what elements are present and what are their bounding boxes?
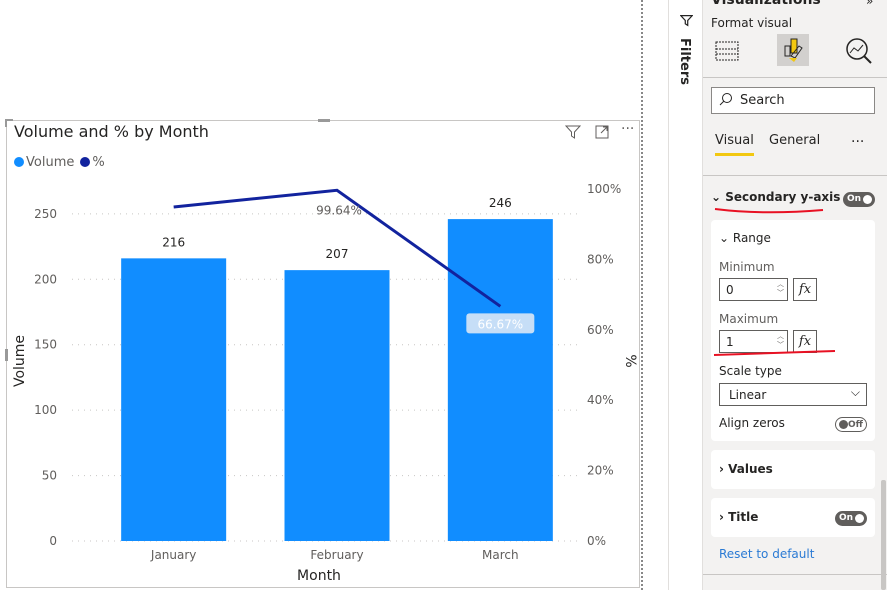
build-visual-icon[interactable] bbox=[715, 38, 739, 66]
red-annotation-underline bbox=[714, 208, 824, 214]
filter-icon bbox=[679, 14, 694, 31]
search-input[interactable]: Search bbox=[711, 87, 875, 114]
range-header[interactable]: ⌄ Range bbox=[719, 231, 771, 245]
align-zeros-toggle[interactable]: Off bbox=[835, 417, 867, 432]
red-annotation-underline bbox=[713, 350, 836, 356]
maximum-label: Maximum bbox=[719, 312, 779, 326]
y2-tick-label: 100% bbox=[587, 182, 621, 196]
chart-plot: 0 50 100 150 200 250 0% 20% 40% 60% 80% 100% January… bbox=[12, 182, 638, 584]
collapse-pane-icon[interactable]: » bbox=[866, 0, 873, 8]
format-visual-label: Format visual bbox=[711, 16, 793, 30]
y-tick-label: 200 bbox=[34, 272, 57, 286]
toggle-knob bbox=[855, 514, 864, 523]
y-tick-label: 50 bbox=[42, 469, 57, 483]
scale-type-label: Scale type bbox=[719, 364, 782, 378]
section-label: Secondary y-axis bbox=[725, 190, 841, 204]
y-tick-label: 0 bbox=[49, 534, 57, 548]
title-toggle[interactable]: On bbox=[835, 511, 867, 526]
bar-data-label: 216 bbox=[162, 235, 185, 249]
tab-general[interactable]: General bbox=[769, 133, 820, 148]
bar-march bbox=[447, 219, 553, 541]
toggle-text: Off bbox=[848, 420, 863, 430]
y2-tick-label: 40% bbox=[587, 393, 614, 407]
scale-type-value: Linear bbox=[729, 388, 767, 402]
section-secondary-y-axis[interactable]: ⌄ Secondary y-axis bbox=[711, 190, 840, 204]
divider bbox=[703, 175, 887, 176]
minimum-input[interactable]: 0 ︿ ﹀ bbox=[719, 278, 788, 301]
minimum-value: 0 bbox=[726, 283, 734, 297]
analytics-icon[interactable] bbox=[845, 37, 873, 69]
tab-visual[interactable]: Visual bbox=[715, 133, 754, 156]
range-card: ⌄ Range Minimum 0 ︿ ﹀ fx Maximum 1 ︿ ﹀ fx Sc… bbox=[711, 220, 875, 441]
y2-tick-label: 60% bbox=[587, 323, 614, 337]
chevron-down-icon: ⌵ bbox=[850, 385, 860, 399]
y-tick-label: 250 bbox=[34, 207, 57, 221]
toggle-text: On bbox=[847, 194, 862, 204]
y-tick-label: 150 bbox=[34, 338, 57, 352]
maximum-value: 1 bbox=[726, 335, 734, 349]
range-label: Range bbox=[732, 231, 771, 245]
visualizations-pane: Visualizations » Format visual Search Vi… bbox=[703, 0, 887, 590]
values-card[interactable]: › Values bbox=[711, 450, 875, 489]
toggle-text: On bbox=[839, 513, 854, 523]
format-visual-icon[interactable] bbox=[777, 34, 809, 66]
search-placeholder: Search bbox=[740, 93, 785, 108]
bar-data-label: 246 bbox=[489, 196, 512, 210]
toggle-knob bbox=[839, 420, 848, 429]
y2-tick-label: 0% bbox=[587, 534, 606, 548]
page-boundary bbox=[641, 0, 643, 590]
y2-tick-label: 20% bbox=[587, 464, 614, 478]
x-tick-label: March bbox=[482, 548, 519, 562]
combo-chart-visual[interactable]: Volume and % by Month ··· Volume % 0 50 10… bbox=[5, 119, 640, 588]
y2-axis-title: % bbox=[622, 354, 638, 367]
line-data-label: 99.64% bbox=[316, 203, 362, 217]
report-canvas: Volume and % by Month ··· Volume % 0 50 10… bbox=[0, 0, 668, 590]
minimum-fx-button[interactable]: fx bbox=[793, 278, 817, 301]
spinner-icon[interactable]: ︿ ﹀ bbox=[777, 280, 784, 298]
pane-scrollbar[interactable] bbox=[881, 480, 886, 590]
bar-data-label: 207 bbox=[326, 247, 349, 261]
title-card[interactable]: › Title On bbox=[711, 498, 875, 537]
more-options-icon[interactable]: ... bbox=[851, 130, 864, 146]
divider bbox=[703, 77, 887, 78]
x-tick-label: January bbox=[150, 548, 197, 562]
search-icon bbox=[719, 92, 733, 110]
minimum-label: Minimum bbox=[719, 260, 775, 274]
secondary-y-axis-toggle[interactable]: On bbox=[843, 192, 875, 207]
align-zeros-label: Align zeros bbox=[719, 416, 785, 430]
divider bbox=[703, 574, 887, 575]
x-axis-title: Month bbox=[297, 568, 341, 584]
filters-label: Filters bbox=[677, 38, 692, 85]
x-tick-label: February bbox=[310, 548, 363, 562]
values-label: Values bbox=[728, 462, 773, 476]
scale-type-dropdown[interactable]: Linear ⌵ bbox=[719, 383, 867, 406]
reset-to-default-link[interactable]: Reset to default bbox=[719, 547, 814, 561]
bar-february bbox=[284, 270, 390, 541]
toggle-knob bbox=[863, 195, 872, 204]
y2-tick-label: 80% bbox=[587, 252, 614, 266]
y-axis-title: Volume bbox=[12, 335, 28, 387]
bar-january bbox=[121, 258, 227, 541]
line-data-label: 66.67% bbox=[477, 317, 523, 331]
pane-header: Visualizations bbox=[711, 0, 821, 8]
y-tick-label: 100 bbox=[34, 403, 57, 417]
filters-pane-collapsed[interactable]: Filters bbox=[668, 0, 703, 590]
title-label: Title bbox=[728, 510, 759, 524]
